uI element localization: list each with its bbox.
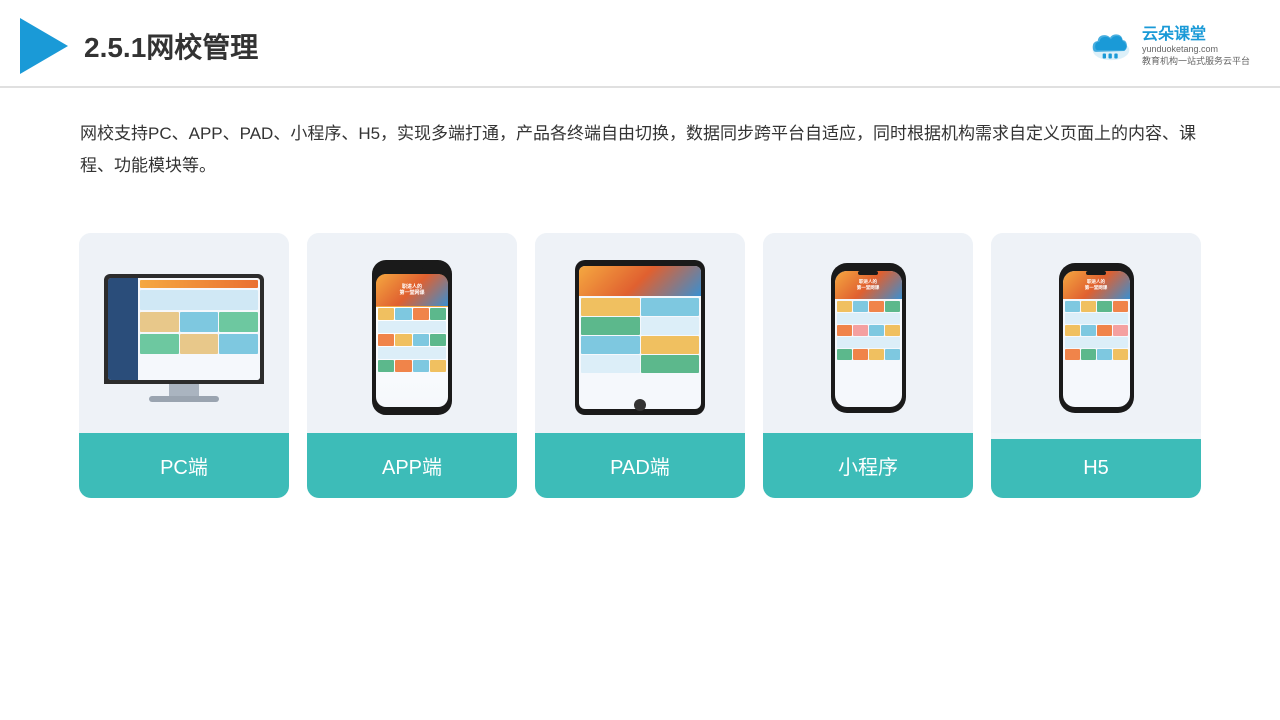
pad-label: PAD端 [535,433,745,498]
card-miniprogram: 职进人的第一堂网课 [763,233,973,498]
h5-phone-notch-icon [1086,271,1106,275]
phone-small-screen: 职进人的第一堂网课 [835,271,902,407]
cards-section: PC端 职进人的第一堂网课 [0,203,1280,518]
card-h5: 职进人的第一堂网课 [991,233,1201,498]
pad-image-area [535,233,745,433]
tablet-screen [579,266,701,409]
page-title: 2.5.1网校管理 [84,26,258,66]
miniprogram-image-area: 职进人的第一堂网课 [763,233,973,433]
phone-screen: 职进人的第一堂网课 [376,274,448,407]
brand-name: 云朵课堂 [1142,25,1206,44]
pc-screen-outer [104,274,264,384]
h5-phone-mockup: 职进人的第一堂网课 [1059,263,1134,413]
brand-url: yunduoketang.com [1142,44,1218,56]
brand-text: 云朵课堂 yunduoketang.com 教育机构一站式服务云平台 [1142,25,1250,68]
app-image-area: 职进人的第一堂网课 [307,233,517,433]
header: 2.5.1网校管理 云朵课堂 yunduoketang.com 教育机构一站式服… [0,0,1280,88]
card-pc: PC端 [79,233,289,498]
description-section: 网校支持PC、APP、PAD、小程序、H5，实现多端打通，产品各终端自由切换，数… [0,88,1280,193]
app-label: APP端 [307,433,517,498]
phone-notch-small-icon [858,271,878,275]
description-text: 网校支持PC、APP、PAD、小程序、H5，实现多端打通，产品各终端自由切换，数… [80,118,1200,183]
header-right: 云朵课堂 yunduoketang.com 教育机构一站式服务云平台 [1086,25,1250,68]
h5-image-area: 职进人的第一堂网课 [991,233,1201,433]
miniprogram-phone-mockup: 职进人的第一堂网课 [831,263,906,413]
h5-phone-screen: 职进人的第一堂网课 [1063,271,1130,407]
app-phone-mockup: 职进人的第一堂网课 [372,260,452,415]
pc-mockup [99,274,269,402]
tablet-home-icon [634,399,646,411]
brand-sub-line1: 教育机构一站式服务云平台 [1142,56,1250,68]
header-left: 2.5.1网校管理 [20,18,258,74]
pc-screen-inner [108,278,260,380]
tablet-mockup [575,260,705,415]
card-pad: PAD端 [535,233,745,498]
miniprogram-label: 小程序 [763,433,973,498]
pc-image-area [79,233,289,433]
brand-logo: 云朵课堂 yunduoketang.com 教育机构一站式服务云平台 [1086,25,1250,68]
phone-notch-icon [400,268,424,273]
cloud-icon [1086,28,1136,64]
logo-triangle-icon [20,18,68,74]
h5-label: H5 [991,439,1201,498]
card-app: 职进人的第一堂网课 [307,233,517,498]
pc-label: PC端 [79,433,289,498]
